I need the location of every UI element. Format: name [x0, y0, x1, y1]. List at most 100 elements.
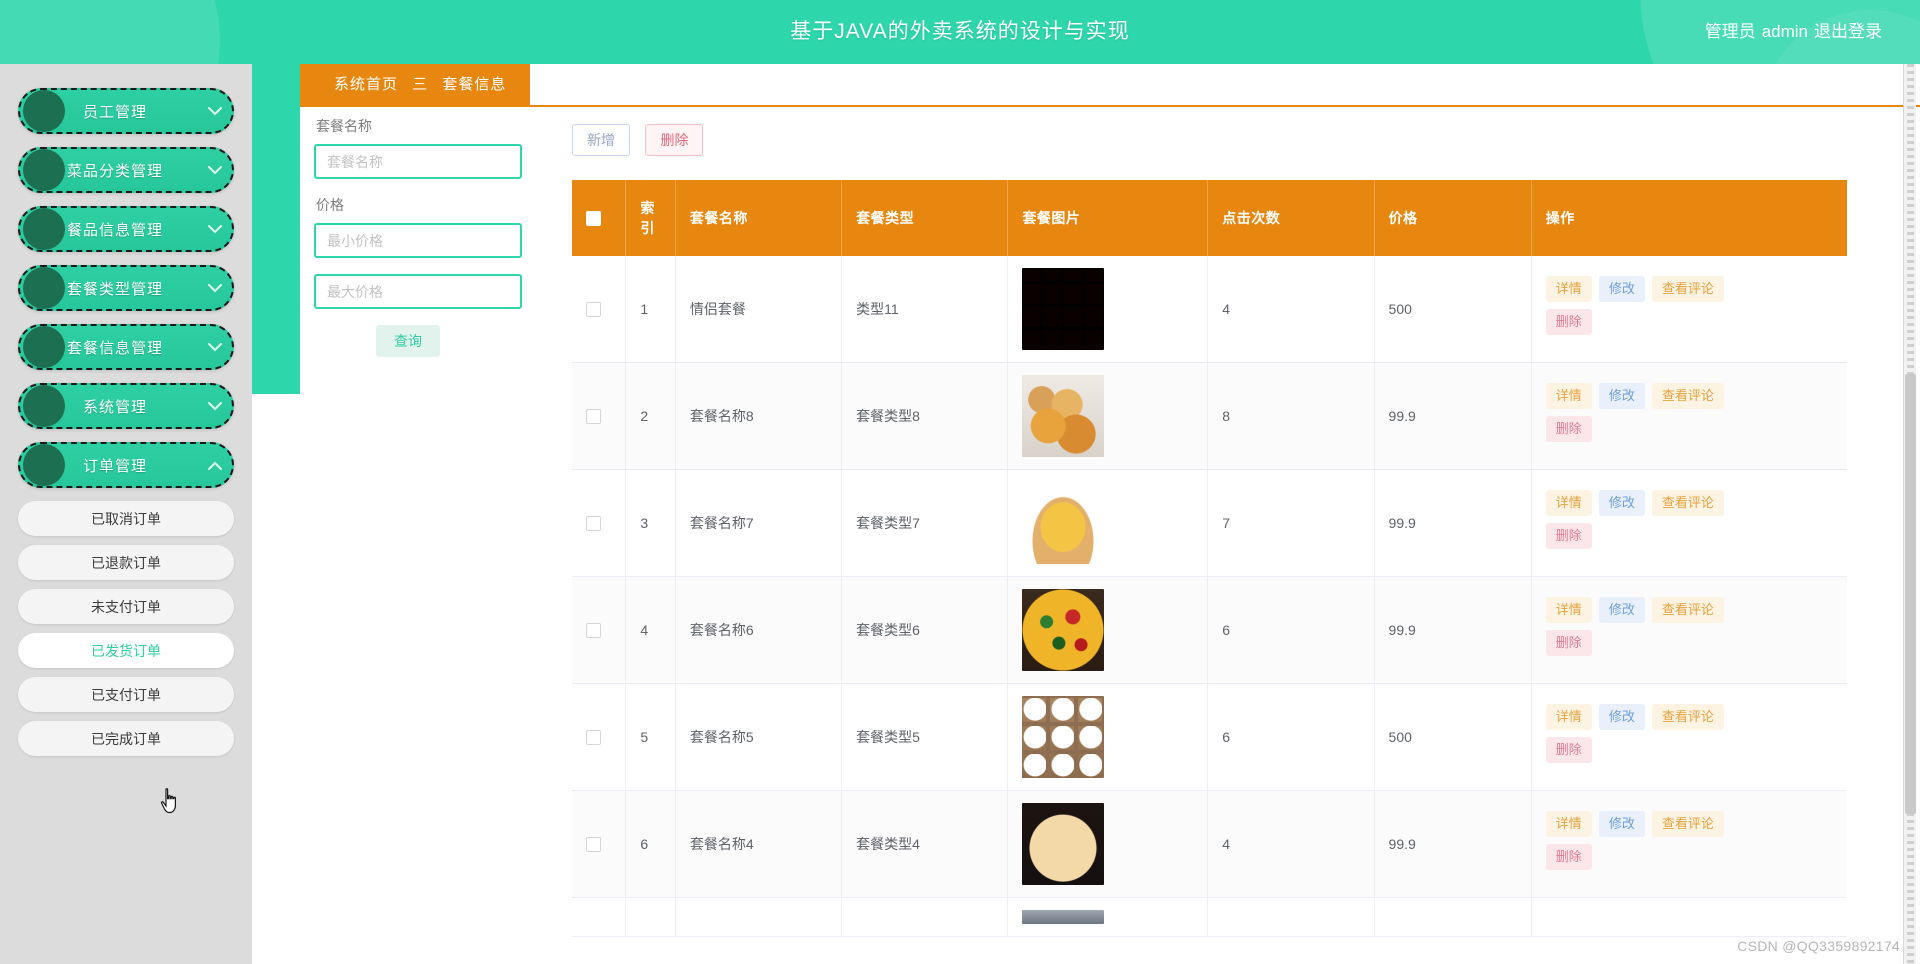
sidebar-scrollbar[interactable]	[1903, 64, 1916, 964]
cell-name: 情侣套餐	[675, 256, 843, 363]
cell-price: 500	[1374, 256, 1532, 363]
sidebar-item-2[interactable]: 餐品信息管理	[18, 206, 234, 252]
chevron-down-icon[interactable]	[198, 106, 232, 116]
cell-index: 2	[625, 362, 676, 470]
column-header-index: 索 引	[625, 180, 676, 256]
sidebar-group-0: 员工管理	[0, 88, 252, 134]
row-action-edit[interactable]: 修改	[1598, 276, 1645, 302]
row-checkbox[interactable]	[586, 516, 601, 532]
cell-index: 1	[625, 256, 676, 363]
delete-button[interactable]: 删除	[645, 124, 704, 156]
sidebar-group-6: 订单管理	[0, 442, 252, 488]
sidebar-scrollbar-thumb[interactable]	[1905, 374, 1916, 814]
row-action-delete[interactable]: 删除	[1545, 737, 1592, 763]
cell-operations	[1531, 897, 1847, 937]
row-action-comment[interactable]: 查看评论	[1651, 383, 1724, 409]
row-action-delete[interactable]: 删除	[1545, 416, 1592, 442]
app-root: 基于JAVA的外卖系统的设计与实现 管理员 admin 退出登录 员工管理 菜品分类管…	[0, 0, 1920, 964]
row-checkbox[interactable]	[586, 623, 601, 639]
row-action-detail[interactable]: 详情	[1545, 811, 1592, 837]
price-max-input[interactable]	[314, 274, 522, 309]
chevron-up-icon[interactable]	[198, 461, 232, 470]
row-action-comment[interactable]: 查看评论	[1651, 276, 1724, 302]
row-action-comment[interactable]: 查看评论	[1651, 490, 1724, 516]
row-action-comment[interactable]: 查看评论	[1651, 704, 1724, 730]
row-checkbox[interactable]	[586, 302, 601, 318]
row-action-delete[interactable]: 删除	[1545, 309, 1592, 335]
cell-operations: 详情 修改 查看评论删除	[1531, 362, 1847, 470]
package-thumbnail-image[interactable]	[1022, 696, 1105, 778]
row-action-edit[interactable]: 修改	[1598, 811, 1645, 837]
sidebar-subitem-5[interactable]: 已完成订单	[18, 721, 234, 756]
row-action-comment[interactable]: 查看评论	[1651, 811, 1724, 837]
row-action-detail[interactable]: 详情	[1545, 383, 1592, 409]
sidebar-item-5[interactable]: 系统管理	[18, 383, 234, 429]
package-name-input[interactable]	[314, 144, 522, 179]
sidebar-subitem-4[interactable]: 已支付订单	[18, 677, 234, 712]
cell-type: 套餐类型8	[841, 362, 1009, 470]
cell-price: 500	[1374, 683, 1532, 791]
column-header-price: 价格	[1374, 180, 1532, 256]
row-action-delete[interactable]: 删除	[1545, 523, 1592, 549]
package-thumbnail-image[interactable]	[1022, 589, 1105, 671]
package-thumbnail-image[interactable]	[1022, 803, 1105, 885]
sidebar-group-4: 套餐信息管理	[0, 324, 252, 370]
sidebar-item-0[interactable]: 员工管理	[18, 88, 234, 134]
cell-type: 类型11	[841, 256, 1009, 363]
row-action-delete[interactable]: 删除	[1545, 630, 1592, 656]
package-thumbnail-image[interactable]	[1022, 375, 1105, 457]
row-action-delete[interactable]: 删除	[1545, 844, 1592, 870]
row-action-detail[interactable]: 详情	[1545, 597, 1592, 623]
cell-type	[841, 897, 1009, 937]
bullet-icon	[23, 208, 65, 250]
cell-index: 5	[625, 683, 676, 791]
breadcrumb-separator: 三	[412, 76, 429, 93]
sidebar-submenu: 已取消订单已退款订单未支付订单已发货订单已支付订单已完成订单	[0, 501, 252, 756]
chevron-down-icon[interactable]	[198, 165, 232, 175]
row-action-detail[interactable]: 详情	[1545, 276, 1592, 302]
cell-image	[1007, 790, 1209, 898]
cell-index: 3	[625, 469, 676, 577]
price-min-input[interactable]	[314, 223, 522, 258]
package-thumbnail-image[interactable]	[1022, 910, 1105, 924]
sidebar-item-3[interactable]: 套餐类型管理	[18, 265, 234, 311]
sidebar-green-strip	[252, 64, 300, 394]
add-button[interactable]: 新增	[572, 124, 630, 156]
sidebar-subitem-0[interactable]: 已取消订单	[18, 501, 234, 536]
sidebar-item-6[interactable]: 订单管理	[18, 442, 234, 488]
page-title: 基于JAVA的外卖系统的设计与实现	[790, 20, 1130, 43]
row-checkbox[interactable]	[586, 730, 601, 746]
row-action-edit[interactable]: 修改	[1598, 704, 1645, 730]
row-action-detail[interactable]: 详情	[1545, 704, 1592, 730]
row-action-comment[interactable]: 查看评论	[1651, 597, 1724, 623]
cell-index: 4	[625, 576, 676, 684]
row-action-edit[interactable]: 修改	[1598, 597, 1645, 623]
table-header-row: 索 引套餐名称 套餐类型 套餐图片 点击次数 价格 操作	[572, 180, 1847, 256]
table-row: 5 套餐名称5 套餐类型5 6 500 详情 修改 查看评论 删除	[572, 683, 1847, 791]
row-action-edit[interactable]: 修改	[1598, 383, 1645, 409]
chevron-down-icon[interactable]	[198, 342, 232, 352]
sidebar-group-2: 餐品信息管理	[0, 206, 252, 252]
logout-button[interactable]: 退出登录	[1814, 22, 1882, 41]
chevron-down-icon[interactable]	[198, 224, 232, 234]
sidebar-subitem-3[interactable]: 已发货订单	[18, 633, 234, 668]
package-thumbnail-image[interactable]	[1022, 268, 1105, 350]
cell-type: 套餐类型7	[841, 469, 1009, 577]
row-action-edit[interactable]: 修改	[1598, 490, 1645, 516]
row-checkbox[interactable]	[586, 409, 601, 425]
sidebar-item-4[interactable]: 套餐信息管理	[18, 324, 234, 370]
chevron-down-icon[interactable]	[198, 283, 232, 293]
chevron-down-icon[interactable]	[198, 401, 232, 411]
cell-clicks: 7	[1207, 469, 1375, 577]
package-thumbnail-image[interactable]	[1022, 482, 1105, 564]
row-action-detail[interactable]: 详情	[1545, 490, 1592, 516]
breadcrumb-home[interactable]: 系统首页	[334, 76, 398, 93]
sidebar-subitem-2[interactable]: 未支付订单	[18, 589, 234, 624]
sidebar-subitem-1[interactable]: 已退款订单	[18, 545, 234, 580]
package-name-label: 套餐名称	[316, 118, 372, 134]
row-checkbox-cell	[572, 256, 627, 363]
query-button[interactable]: 查询	[376, 325, 440, 357]
row-checkbox[interactable]	[586, 837, 601, 853]
select-all-checkbox[interactable]	[586, 211, 601, 227]
sidebar-item-1[interactable]: 菜品分类管理	[18, 147, 234, 193]
